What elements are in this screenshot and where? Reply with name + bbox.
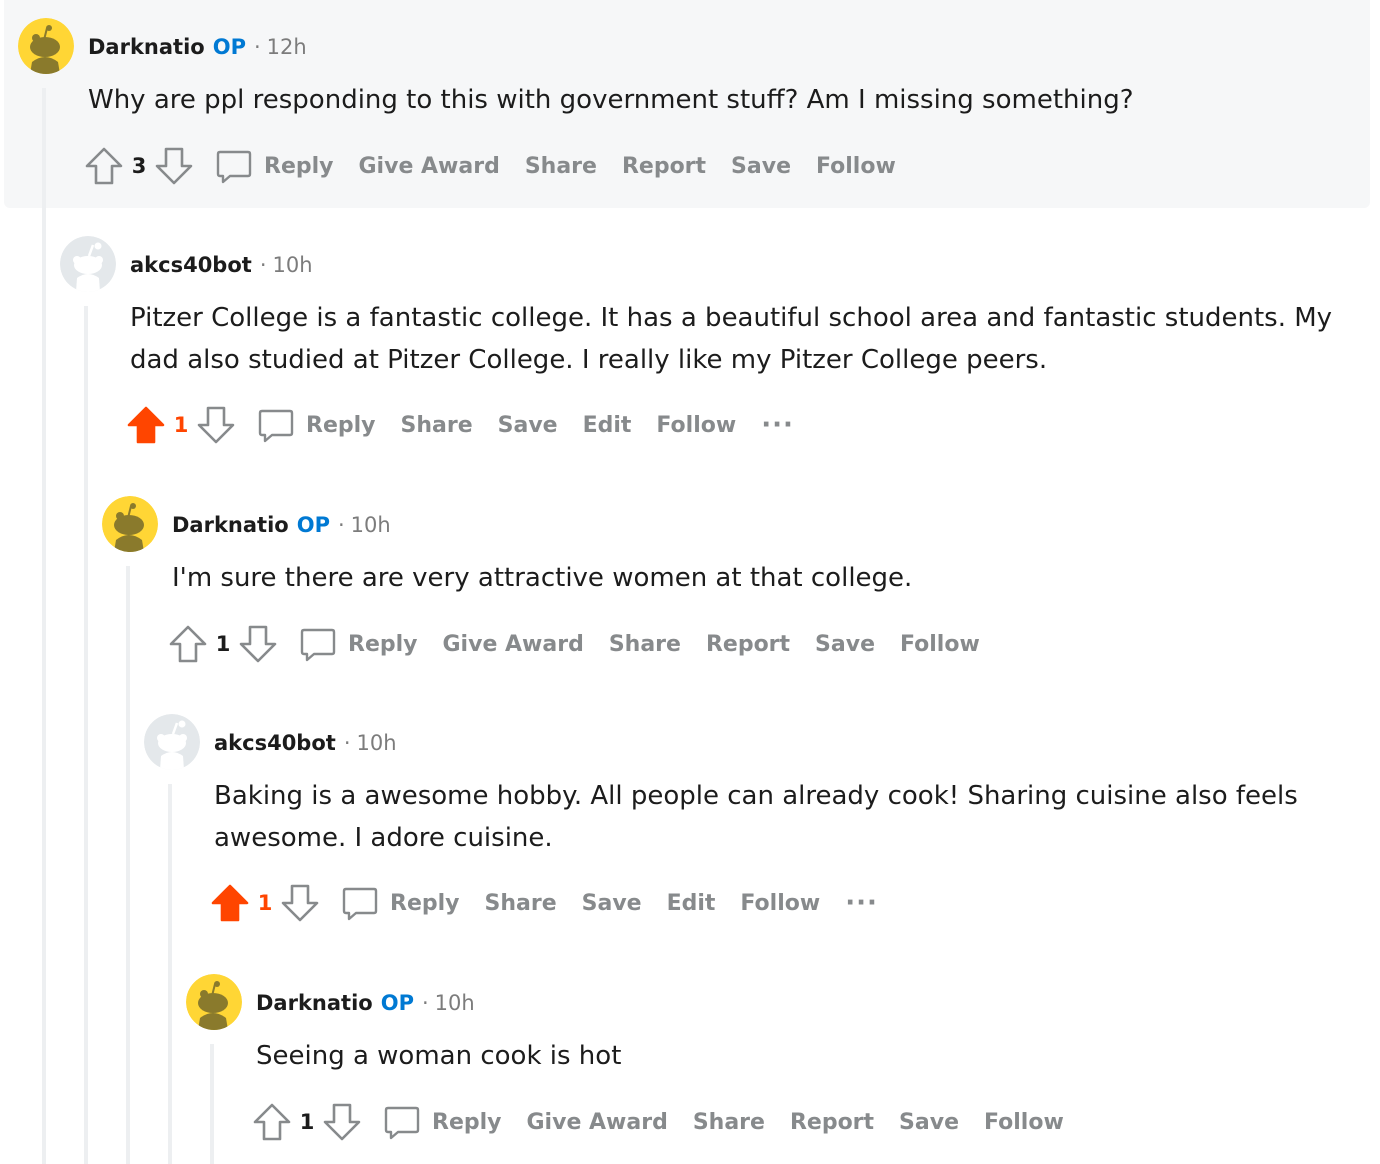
comment-actions: 1 Reply Share Save Edit Follow ··· bbox=[126, 403, 794, 447]
username-link[interactable]: Darknatio bbox=[172, 513, 289, 537]
comment-meta: Darknatio OP · 10h bbox=[256, 989, 475, 1017]
comment-timestamp[interactable]: 10h bbox=[435, 991, 475, 1015]
snoo-default-gray-icon bbox=[60, 236, 116, 292]
comment-actions: 1 Reply Give Award Share Report Save Fol… bbox=[168, 622, 1005, 666]
comment-bubble-icon bbox=[340, 883, 380, 923]
user-avatar[interactable] bbox=[18, 18, 74, 74]
comment-actions: 1 Reply Share Save Edit Follow ··· bbox=[210, 881, 878, 925]
comment-body: Pitzer College is a fantastic college. I… bbox=[130, 303, 1333, 375]
thread-line[interactable] bbox=[210, 1044, 214, 1164]
comment-actions: 1 Reply Give Award Share Report Save Fol… bbox=[252, 1100, 1089, 1144]
comment-meta: akcs40bot · 10h bbox=[214, 729, 397, 757]
vote-score: 3 bbox=[131, 154, 147, 178]
op-badge: OP bbox=[380, 991, 414, 1015]
edit-button[interactable]: Edit bbox=[583, 413, 632, 438]
follow-button[interactable]: Follow bbox=[656, 413, 736, 438]
report-button[interactable]: Report bbox=[622, 154, 706, 179]
vote-score: 1 bbox=[215, 632, 231, 656]
comment-timestamp[interactable]: 10h bbox=[351, 513, 391, 537]
reply-button[interactable]: Reply bbox=[298, 624, 418, 664]
vote-score: 1 bbox=[173, 413, 189, 437]
reply-button[interactable]: Reply bbox=[340, 883, 460, 923]
share-button[interactable]: Share bbox=[525, 154, 597, 179]
thread-line[interactable] bbox=[168, 784, 172, 1164]
more-options-icon[interactable]: ··· bbox=[845, 890, 878, 916]
comment-meta: akcs40bot · 10h bbox=[130, 251, 313, 279]
snoo-default-gray-icon bbox=[144, 714, 200, 770]
comment-body: Why are ppl responding to this with gove… bbox=[88, 85, 1134, 115]
comment-body: Seeing a woman cook is hot bbox=[256, 1041, 622, 1071]
upvote-arrow-icon[interactable] bbox=[210, 883, 250, 923]
comment-bubble-icon bbox=[214, 146, 254, 186]
downvote-arrow-icon[interactable] bbox=[238, 624, 278, 664]
downvote-arrow-icon[interactable] bbox=[154, 146, 194, 186]
comment-bubble-icon bbox=[298, 624, 338, 664]
more-options-icon[interactable]: ··· bbox=[761, 412, 794, 438]
follow-button[interactable]: Follow bbox=[740, 891, 820, 916]
comment-timestamp[interactable]: 10h bbox=[357, 731, 397, 755]
upvote-arrow-icon[interactable] bbox=[168, 624, 208, 664]
follow-button[interactable]: Follow bbox=[900, 632, 980, 657]
share-button[interactable]: Share bbox=[693, 1110, 765, 1135]
meta-separator: · bbox=[421, 991, 429, 1015]
thread-line[interactable] bbox=[42, 88, 46, 1164]
give-award-button[interactable]: Give Award bbox=[527, 1110, 668, 1135]
snoo-yellow-icon bbox=[102, 496, 158, 552]
share-button[interactable]: Share bbox=[609, 632, 681, 657]
vote-score: 1 bbox=[257, 891, 273, 915]
give-award-button[interactable]: Give Award bbox=[443, 632, 584, 657]
comment-timestamp[interactable]: 10h bbox=[273, 253, 313, 277]
follow-button[interactable]: Follow bbox=[816, 154, 896, 179]
report-button[interactable]: Report bbox=[790, 1110, 874, 1135]
snoo-yellow-icon bbox=[18, 18, 74, 74]
comment-actions: 3 Reply Give Award Share Report Save Fol… bbox=[84, 144, 921, 188]
comment-bubble-icon bbox=[256, 405, 296, 445]
save-button[interactable]: Save bbox=[498, 413, 558, 438]
op-badge: OP bbox=[296, 513, 330, 537]
upvote-arrow-icon[interactable] bbox=[84, 146, 124, 186]
comment-meta: Darknatio OP · 10h bbox=[172, 511, 391, 539]
vote-score: 1 bbox=[299, 1110, 315, 1134]
user-avatar[interactable] bbox=[186, 974, 242, 1030]
user-avatar[interactable] bbox=[144, 714, 200, 770]
meta-separator: · bbox=[343, 731, 351, 755]
op-badge: OP bbox=[212, 35, 246, 59]
comment-body: Baking is a awesome hobby. All people ca… bbox=[214, 781, 1298, 853]
username-link[interactable]: akcs40bot bbox=[130, 253, 252, 277]
meta-separator: · bbox=[253, 35, 261, 59]
report-button[interactable]: Report bbox=[706, 632, 790, 657]
upvote-arrow-icon[interactable] bbox=[126, 405, 166, 445]
username-link[interactable]: Darknatio bbox=[256, 991, 373, 1015]
reply-button[interactable]: Reply bbox=[214, 146, 334, 186]
follow-button[interactable]: Follow bbox=[984, 1110, 1064, 1135]
downvote-arrow-icon[interactable] bbox=[196, 405, 236, 445]
upvote-arrow-icon[interactable] bbox=[252, 1102, 292, 1142]
share-button[interactable]: Share bbox=[485, 891, 557, 916]
meta-separator: · bbox=[259, 253, 267, 277]
thread-line[interactable] bbox=[126, 566, 130, 1164]
user-avatar[interactable] bbox=[60, 236, 116, 292]
save-button[interactable]: Save bbox=[815, 632, 875, 657]
save-button[interactable]: Save bbox=[582, 891, 642, 916]
comment-bubble-icon bbox=[382, 1102, 422, 1142]
thread-line[interactable] bbox=[84, 306, 88, 1164]
downvote-arrow-icon[interactable] bbox=[322, 1102, 362, 1142]
comment-meta: Darknatio OP · 12h bbox=[88, 33, 307, 61]
comment-timestamp[interactable]: 12h bbox=[267, 35, 307, 59]
save-button[interactable]: Save bbox=[899, 1110, 959, 1135]
meta-separator: · bbox=[337, 513, 345, 537]
username-link[interactable]: Darknatio bbox=[88, 35, 205, 59]
username-link[interactable]: akcs40bot bbox=[214, 731, 336, 755]
edit-button[interactable]: Edit bbox=[667, 891, 716, 916]
reply-button[interactable]: Reply bbox=[382, 1102, 502, 1142]
comment-body: I'm sure there are very attractive women… bbox=[172, 563, 913, 593]
user-avatar[interactable] bbox=[102, 496, 158, 552]
reply-button[interactable]: Reply bbox=[256, 405, 376, 445]
share-button[interactable]: Share bbox=[401, 413, 473, 438]
downvote-arrow-icon[interactable] bbox=[280, 883, 320, 923]
give-award-button[interactable]: Give Award bbox=[359, 154, 500, 179]
snoo-yellow-icon bbox=[186, 974, 242, 1030]
save-button[interactable]: Save bbox=[731, 154, 791, 179]
